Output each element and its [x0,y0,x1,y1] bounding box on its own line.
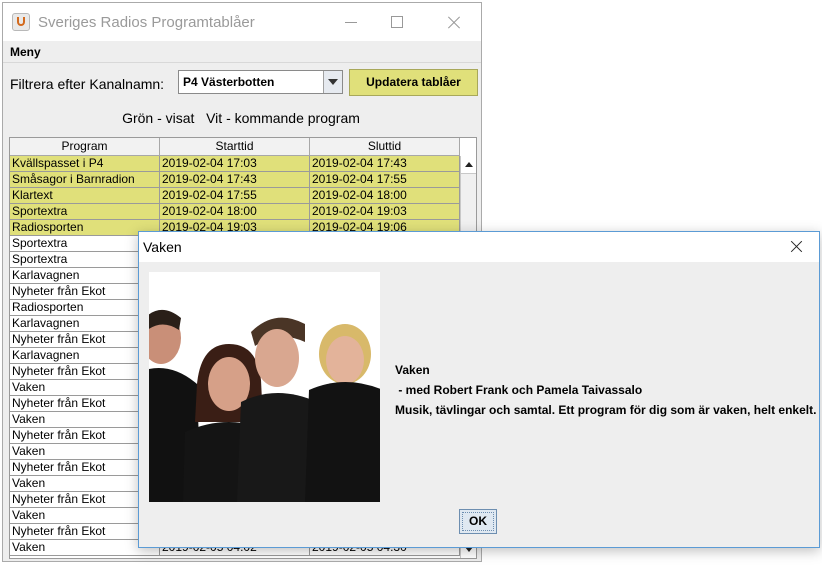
program-hosts: - med Robert Frank och Pamela Taivassalo [395,383,643,397]
cell-program: Småsagor i Barnradion [10,172,160,187]
cell-start: 2019-02-04 17:55 [160,188,310,203]
java-app-icon [12,13,30,31]
cell-program: Sportextra [10,204,160,219]
scroll-up-icon[interactable] [461,156,476,174]
minimize-icon[interactable] [328,7,374,37]
cell-end: 2019-02-04 19:03 [310,204,460,219]
table-row[interactable]: Klartext 2019-02-04 17:55 2019-02-04 18:00 [10,188,460,204]
menu-meny[interactable]: Meny [10,45,41,59]
table-row[interactable]: Sportextra 2019-02-04 18:00 2019-02-04 19:… [10,204,460,220]
cell-start: 2019-02-04 17:03 [160,156,310,171]
program-description: Musik, tävlingar och samtal. Ett program… [395,403,817,417]
color-legend: Grön - visat Vit - kommande program [122,110,360,126]
column-header-end[interactable]: Sluttid [310,138,460,156]
close-icon[interactable] [430,7,476,37]
dialog-title: Vaken [143,239,182,255]
column-header-program[interactable]: Program [10,138,160,156]
filter-label: Filtrera efter Kanalnamn: [10,76,165,92]
cell-end: 2019-02-04 17:55 [310,172,460,187]
cell-program: Klartext [10,188,160,203]
maximize-icon[interactable] [374,7,420,37]
table-row[interactable]: Kvällspasset i P4 2019-02-04 17:03 2019-02… [10,156,460,172]
cell-start: 2019-02-04 17:43 [160,172,310,187]
update-schedule-button[interactable]: Updatera tablåer [349,69,478,96]
cell-program: Kvällspasset i P4 [10,156,160,171]
title-bar: Sveriges Radios Programtablåer [3,3,481,41]
cell-start: 2019-02-04 18:00 [160,204,310,219]
dialog-close-icon[interactable] [775,232,819,262]
channel-combobox[interactable]: P4 Västerbotten [178,70,343,94]
table-row[interactable]: Småsagor i Barnradion 2019-02-04 17:43 201… [10,172,460,188]
program-info: Vaken - med Robert Frank och Pamela Taiv… [395,360,816,420]
column-header-start[interactable]: Starttid [160,138,310,156]
program-image [149,272,380,502]
cell-end: 2019-02-04 18:00 [310,188,460,203]
window-title: Sveriges Radios Programtablåer [38,14,255,31]
chevron-down-icon[interactable] [323,71,342,93]
menu-bar: Meny [3,42,481,63]
channel-selected-value: P4 Västerbotten [183,75,275,89]
program-info-dialog: Vaken Vaken - med Robert Frank och Pamel [138,231,820,548]
dialog-title-bar: Vaken [139,232,819,262]
program-name: Vaken [395,363,430,377]
cell-end: 2019-02-04 17:43 [310,156,460,171]
ok-button[interactable]: OK [459,509,497,534]
